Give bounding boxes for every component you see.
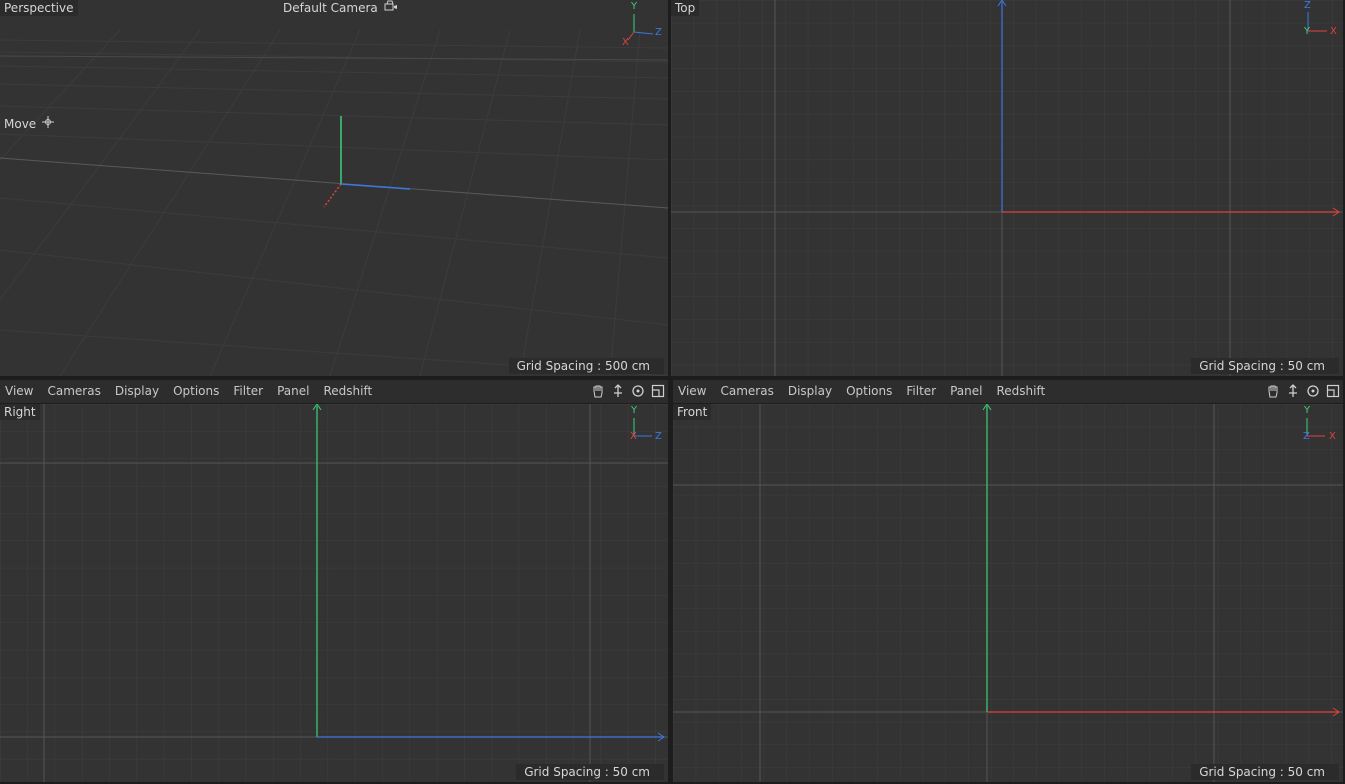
- top-grid: [671, 0, 1343, 376]
- top-viewport[interactable]: Top Z Y X Grid Spacing : 50 cm: [671, 0, 1343, 376]
- menu-options[interactable]: Options: [839, 380, 899, 403]
- perspective-viewport[interactable]: Perspective Default Camera Move Y Z X Gr…: [0, 0, 668, 376]
- viewport-name-perspective[interactable]: Perspective: [0, 0, 78, 16]
- menu-display[interactable]: Display: [781, 380, 839, 403]
- front-grid: [673, 404, 1343, 782]
- camera-name: Default Camera: [283, 1, 378, 15]
- grid-spacing-label: Grid Spacing : 50 cm: [1191, 358, 1339, 374]
- menu-filter[interactable]: Filter: [226, 380, 270, 403]
- grid-spacing-label: Grid Spacing : 500 cm: [508, 358, 664, 374]
- axis-label-z: Z: [655, 431, 662, 442]
- axis-label-z: Z: [1304, 0, 1311, 11]
- front-viewport[interactable]: Front Y Z X Grid Spacing : 50 cm: [673, 404, 1343, 782]
- axis-label-z: Z: [655, 27, 662, 38]
- menu-panel[interactable]: Panel: [270, 380, 316, 403]
- maximize-viewport-icon[interactable]: [1325, 383, 1341, 399]
- menu-options[interactable]: Options: [166, 380, 226, 403]
- axis-label-x: X: [1330, 26, 1337, 37]
- axis-label-y: Y: [1304, 26, 1311, 37]
- rotate-icon[interactable]: [1305, 383, 1321, 399]
- move-vertical-icon[interactable]: [1285, 383, 1301, 399]
- maximize-viewport-icon[interactable]: [650, 383, 666, 399]
- axis-label-y: Y: [631, 405, 638, 416]
- right-grid: [0, 404, 668, 782]
- axis-label-y: Y: [631, 1, 638, 12]
- camera-selector[interactable]: Default Camera: [279, 0, 402, 16]
- menu-cameras[interactable]: Cameras: [713, 380, 780, 403]
- move-tool-icon: [42, 116, 55, 132]
- active-tool-label: Move: [0, 116, 58, 132]
- camera-icon: [384, 0, 398, 16]
- axis-label-y: Y: [1304, 405, 1311, 416]
- rotate-icon[interactable]: [630, 383, 646, 399]
- hand-icon[interactable]: [590, 383, 606, 399]
- menu-redshift[interactable]: Redshift: [316, 380, 379, 403]
- axis-label-x: X: [622, 37, 629, 48]
- viewport-name-front[interactable]: Front: [673, 404, 712, 420]
- menu-view[interactable]: View: [0, 380, 40, 403]
- hand-icon[interactable]: [1265, 383, 1281, 399]
- move-vertical-icon[interactable]: [610, 383, 626, 399]
- axis-label-z: Z: [1303, 431, 1310, 442]
- viewport-menubar-right: View Cameras Display Options Filter Pane…: [0, 380, 668, 403]
- menu-panel[interactable]: Panel: [943, 380, 989, 403]
- right-viewport[interactable]: Right Y X Z Grid Spacing : 50 cm: [0, 404, 668, 782]
- viewport-name-top[interactable]: Top: [671, 0, 700, 16]
- menu-redshift[interactable]: Redshift: [989, 380, 1052, 403]
- axis-label-x: X: [1329, 431, 1336, 442]
- menu-filter[interactable]: Filter: [899, 380, 943, 403]
- grid-spacing-label: Grid Spacing : 50 cm: [1191, 764, 1339, 780]
- menu-view[interactable]: View: [673, 380, 713, 403]
- menu-cameras[interactable]: Cameras: [40, 380, 107, 403]
- grid-spacing-label: Grid Spacing : 50 cm: [516, 764, 664, 780]
- axis-label-x: X: [630, 431, 637, 442]
- viewport-name-right[interactable]: Right: [0, 404, 40, 420]
- tool-name: Move: [4, 117, 37, 131]
- menu-display[interactable]: Display: [108, 380, 166, 403]
- viewport-menubar-front: View Cameras Display Options Filter Pane…: [673, 380, 1343, 403]
- perspective-grid: [0, 14, 668, 376]
